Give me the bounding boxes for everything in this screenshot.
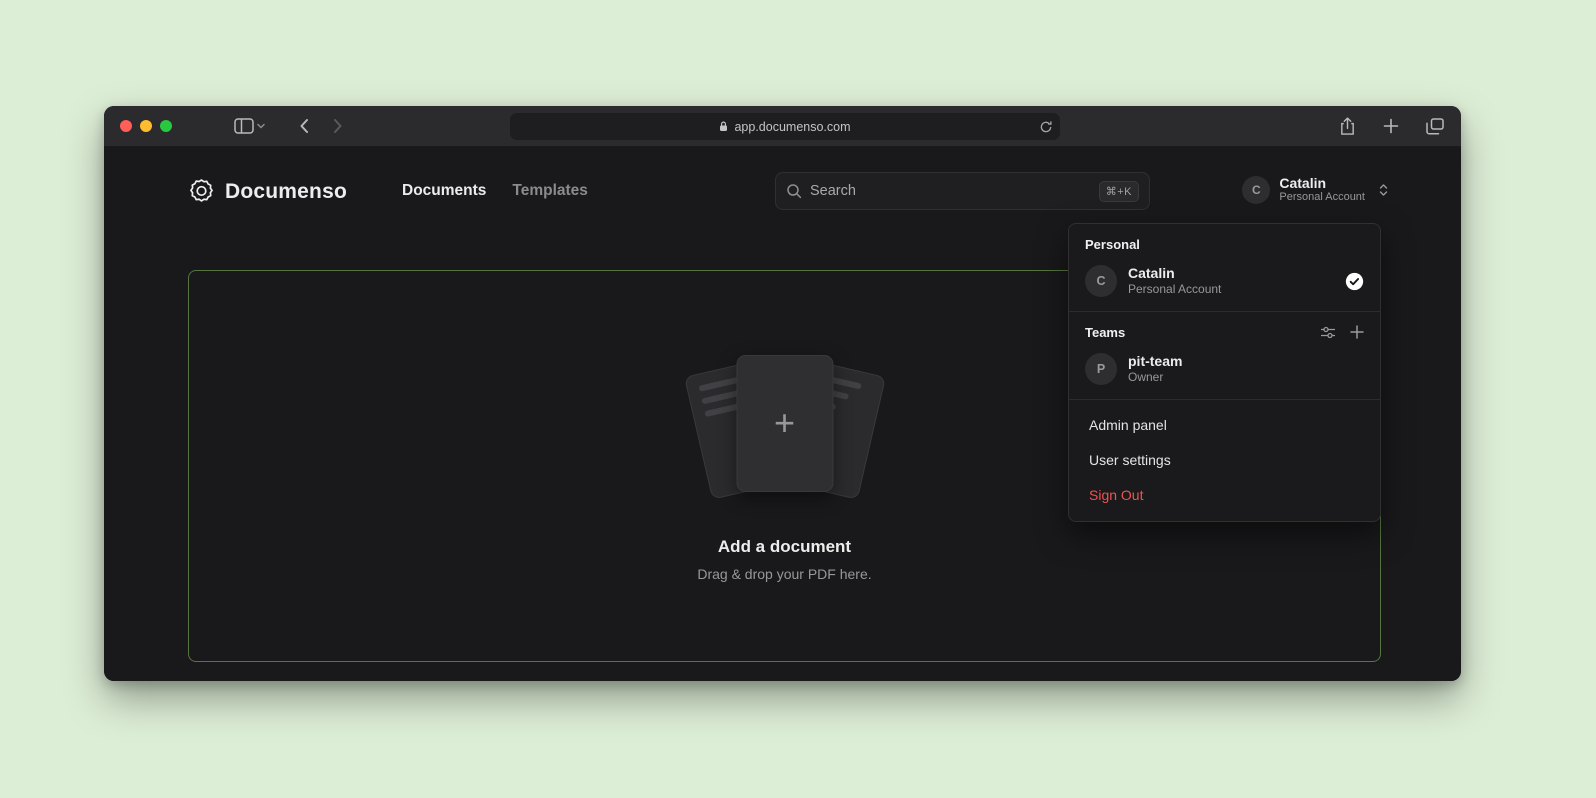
brand-name: Documenso <box>225 180 347 204</box>
new-tab-plus-icon[interactable] <box>1377 112 1405 140</box>
address-bar[interactable]: app.documenso.com <box>510 113 1060 140</box>
account-subtitle: Personal Account <box>1279 191 1365 204</box>
documenso-logo-icon <box>188 178 215 205</box>
zoom-window-button[interactable] <box>160 120 172 132</box>
dropzone-title: Add a document <box>718 537 851 557</box>
personal-item-subtitle: Personal Account <box>1128 282 1221 297</box>
toolbar-right-actions <box>1333 112 1449 140</box>
chevron-up-down-icon <box>1378 183 1389 197</box>
window-controls <box>120 120 172 132</box>
teams-header-label: Teams <box>1085 325 1125 340</box>
close-window-button[interactable] <box>120 120 132 132</box>
team-avatar: P <box>1085 353 1117 385</box>
manage-teams-icon[interactable] <box>1320 325 1336 340</box>
menu-section-links: Admin panel User settings Sign Out <box>1069 399 1380 521</box>
sidebar-chevron-down-icon[interactable] <box>254 112 268 140</box>
team-item-subtitle: Owner <box>1128 370 1182 385</box>
document-stack-illustration: + <box>675 351 895 503</box>
tab-overview-icon[interactable] <box>1421 112 1449 140</box>
menu-item-admin-panel[interactable]: Admin panel <box>1077 408 1372 443</box>
reload-icon[interactable] <box>1039 120 1053 134</box>
menu-item-sign-out[interactable]: Sign Out <box>1077 478 1372 513</box>
search-input[interactable]: Search ⌘+K <box>775 172 1150 210</box>
browser-toolbar: app.documenso.com <box>104 106 1461 147</box>
document-card-center: + <box>736 355 833 492</box>
personal-item-name: Catalin <box>1128 265 1221 282</box>
personal-avatar: C <box>1085 265 1117 297</box>
menu-header-personal: Personal <box>1077 232 1372 259</box>
lock-icon <box>719 121 728 132</box>
forward-button[interactable] <box>324 112 352 140</box>
personal-header-label: Personal <box>1085 237 1140 252</box>
plus-icon: + <box>774 405 795 441</box>
account-name: Catalin <box>1279 175 1365 191</box>
menu-section-teams: Teams P pit-team Owner <box>1069 311 1380 399</box>
address-text: app.documenso.com <box>734 120 850 134</box>
team-item-name: pit-team <box>1128 353 1182 370</box>
menu-item-user-settings[interactable]: User settings <box>1077 443 1372 478</box>
account-menu-button[interactable]: C Catalin Personal Account <box>1242 175 1389 204</box>
menu-section-personal: Personal C Catalin Personal Account <box>1069 224 1380 311</box>
add-team-plus-icon[interactable] <box>1350 325 1364 340</box>
brand[interactable]: Documenso <box>188 178 347 205</box>
share-icon[interactable] <box>1333 112 1361 140</box>
menu-header-teams: Teams <box>1077 320 1372 347</box>
nav-item-documents[interactable]: Documents <box>402 182 486 200</box>
account-avatar: C <box>1242 176 1270 204</box>
menu-item-personal-account[interactable]: C Catalin Personal Account <box>1077 259 1372 303</box>
menu-item-team-pit-team[interactable]: P pit-team Owner <box>1077 347 1372 391</box>
back-button[interactable] <box>290 112 318 140</box>
check-circle-icon <box>1345 272 1364 291</box>
search-icon <box>786 183 802 199</box>
search-shortcut-badge: ⌘+K <box>1099 181 1139 202</box>
minimize-window-button[interactable] <box>140 120 152 132</box>
search-placeholder: Search <box>810 183 1091 199</box>
nav-item-templates[interactable]: Templates <box>512 182 588 200</box>
dropzone-subtitle: Drag & drop your PDF here. <box>697 566 871 582</box>
browser-window: app.documenso.com Documenso Do <box>104 106 1461 681</box>
primary-nav: Documents Templates <box>402 182 588 200</box>
account-dropdown-menu: Personal C Catalin Personal Account Team… <box>1068 223 1381 522</box>
documenso-app: Documenso Documents Templates Search ⌘+K… <box>104 147 1461 681</box>
